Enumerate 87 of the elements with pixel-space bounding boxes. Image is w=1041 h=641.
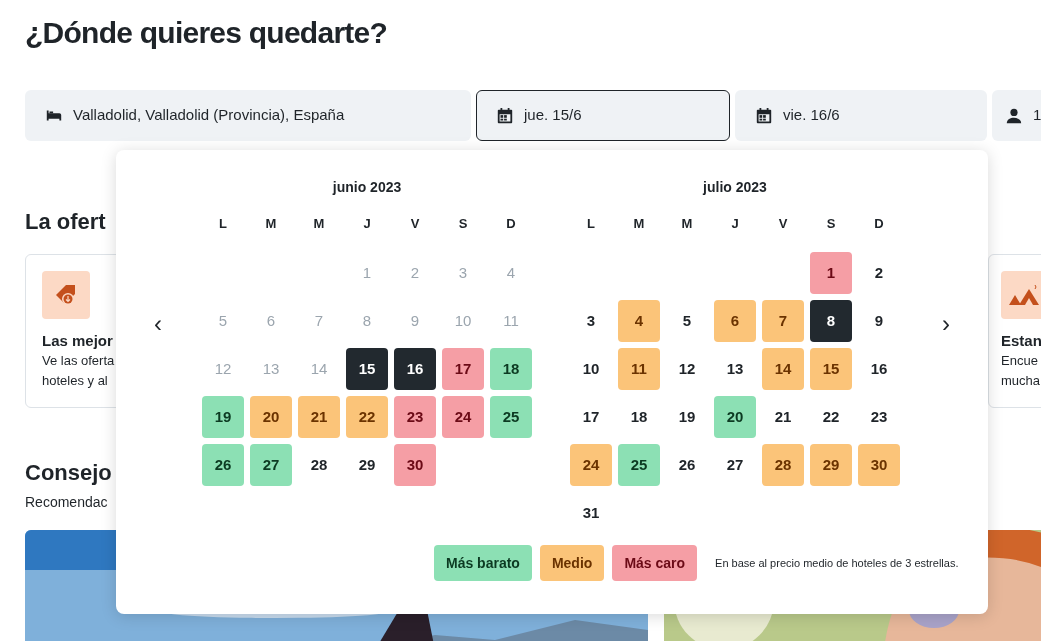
day-cell[interactable]: 13 [714, 348, 756, 390]
card-title: Las mejor [42, 331, 113, 351]
weekday-label: M [264, 215, 278, 233]
card-text: Ve las oferta [42, 352, 115, 370]
weekday-label: M [632, 215, 646, 233]
weekday-label: M [680, 215, 694, 233]
weekday-label: D [873, 215, 885, 233]
card-text: hoteles y al [42, 372, 108, 390]
day-cell[interactable]: 24 [570, 444, 612, 486]
card-text: mucha [1001, 372, 1041, 390]
day-cell[interactable]: 18 [490, 348, 532, 390]
weekday-label: M [312, 215, 326, 233]
day-cell[interactable]: 16 [394, 348, 436, 390]
day-cell[interactable]: 26 [666, 444, 708, 486]
calendar-icon [496, 106, 514, 125]
day-cell[interactable]: 19 [666, 396, 708, 438]
day-cell[interactable]: 27 [714, 444, 756, 486]
day-cell[interactable]: 27 [250, 444, 292, 486]
day-cell[interactable]: 9 [858, 300, 900, 342]
previous-month-button[interactable]: ‹ [150, 312, 166, 336]
day-cell[interactable]: 14 [762, 348, 804, 390]
tag-icon [42, 271, 90, 319]
date-field[interactable]: vie. 16/6 [735, 90, 987, 141]
weekday-label: V [777, 215, 789, 233]
day-cell[interactable]: 21 [298, 396, 340, 438]
day-cell[interactable]: 29 [810, 444, 852, 486]
weekday-label: L [586, 215, 596, 233]
day-cell[interactable]: 15 [346, 348, 388, 390]
weekday-label: S [457, 215, 469, 233]
calendar-icon [755, 106, 773, 125]
date-field[interactable]: jue. 15/6 [476, 90, 730, 141]
weekday-label: S [825, 215, 837, 233]
day-cell[interactable]: 25 [618, 444, 660, 486]
day-cell[interactable]: 18 [618, 396, 660, 438]
day-cell[interactable]: 24 [442, 396, 484, 438]
price-legend-chip: Más barato [434, 545, 532, 581]
day-cell[interactable]: 16 [858, 348, 900, 390]
day-cell[interactable]: 17 [570, 396, 612, 438]
weekday-label: J [362, 215, 372, 233]
next-month-button[interactable]: › [938, 312, 954, 336]
weekday-label: D [505, 215, 517, 233]
day-cell[interactable]: 21 [762, 396, 804, 438]
person-icon [1005, 106, 1023, 125]
day-cell[interactable]: 15 [810, 348, 852, 390]
day-cell[interactable]: 23 [858, 396, 900, 438]
day-cell[interactable]: 4 [618, 300, 660, 342]
day-cell[interactable]: 6 [714, 300, 756, 342]
day-cell[interactable]: 7 [762, 300, 804, 342]
day-cell[interactable]: 28 [762, 444, 804, 486]
month-title: junio 2023 [331, 178, 403, 197]
legend-note: En base al precio medio de hoteles de 3 estrellas. [715, 555, 959, 571]
price-legend-chip: Más caro [612, 545, 698, 581]
day-cell[interactable]: 30 [394, 444, 436, 486]
section-heading: Consejo [25, 459, 112, 487]
day-cell[interactable]: 2 [858, 252, 900, 294]
card-title: Estan [1001, 331, 1041, 351]
day-cell[interactable]: 30 [858, 444, 900, 486]
day-cell[interactable]: 8 [810, 300, 852, 342]
day-cell[interactable]: 10 [570, 348, 612, 390]
day-cell[interactable]: 31 [570, 492, 612, 534]
day-cell[interactable]: 17 [442, 348, 484, 390]
day-cell[interactable]: 11 [618, 348, 660, 390]
weekday-label: L [218, 215, 228, 233]
month-title: julio 2023 [701, 178, 768, 197]
price-legend-chip: Medio [539, 545, 605, 581]
section-heading: La ofert [25, 208, 106, 236]
page-title: ¿Dónde quieres quedarte? [25, 15, 389, 51]
day-cell[interactable]: 22 [810, 396, 852, 438]
day-cell[interactable]: 20 [250, 396, 292, 438]
guests-field[interactable]: 1 [992, 90, 1041, 141]
day-cell[interactable]: 25 [490, 396, 532, 438]
card-text: Encue [1001, 352, 1039, 370]
day-cell[interactable]: 3 [570, 300, 612, 342]
day-cell[interactable]: 23 [394, 396, 436, 438]
day-cell[interactable]: 5 [666, 300, 708, 342]
destination-field[interactable]: Valladolid, Valladolid (Provincia), España [25, 90, 471, 141]
weekday-label: V [409, 215, 421, 233]
day-cell[interactable]: 19 [202, 396, 244, 438]
day-cell[interactable]: 22 [346, 396, 388, 438]
weekday-label: J [730, 215, 740, 233]
day-cell[interactable]: 20 [714, 396, 756, 438]
day-cell[interactable]: 28 [298, 444, 340, 486]
day-cell[interactable]: 26 [202, 444, 244, 486]
section-subtitle: Recomendac [25, 493, 109, 512]
day-cell[interactable]: 12 [666, 348, 708, 390]
day-cell[interactable]: 1 [810, 252, 852, 294]
day-cell[interactable]: 29 [346, 444, 388, 486]
